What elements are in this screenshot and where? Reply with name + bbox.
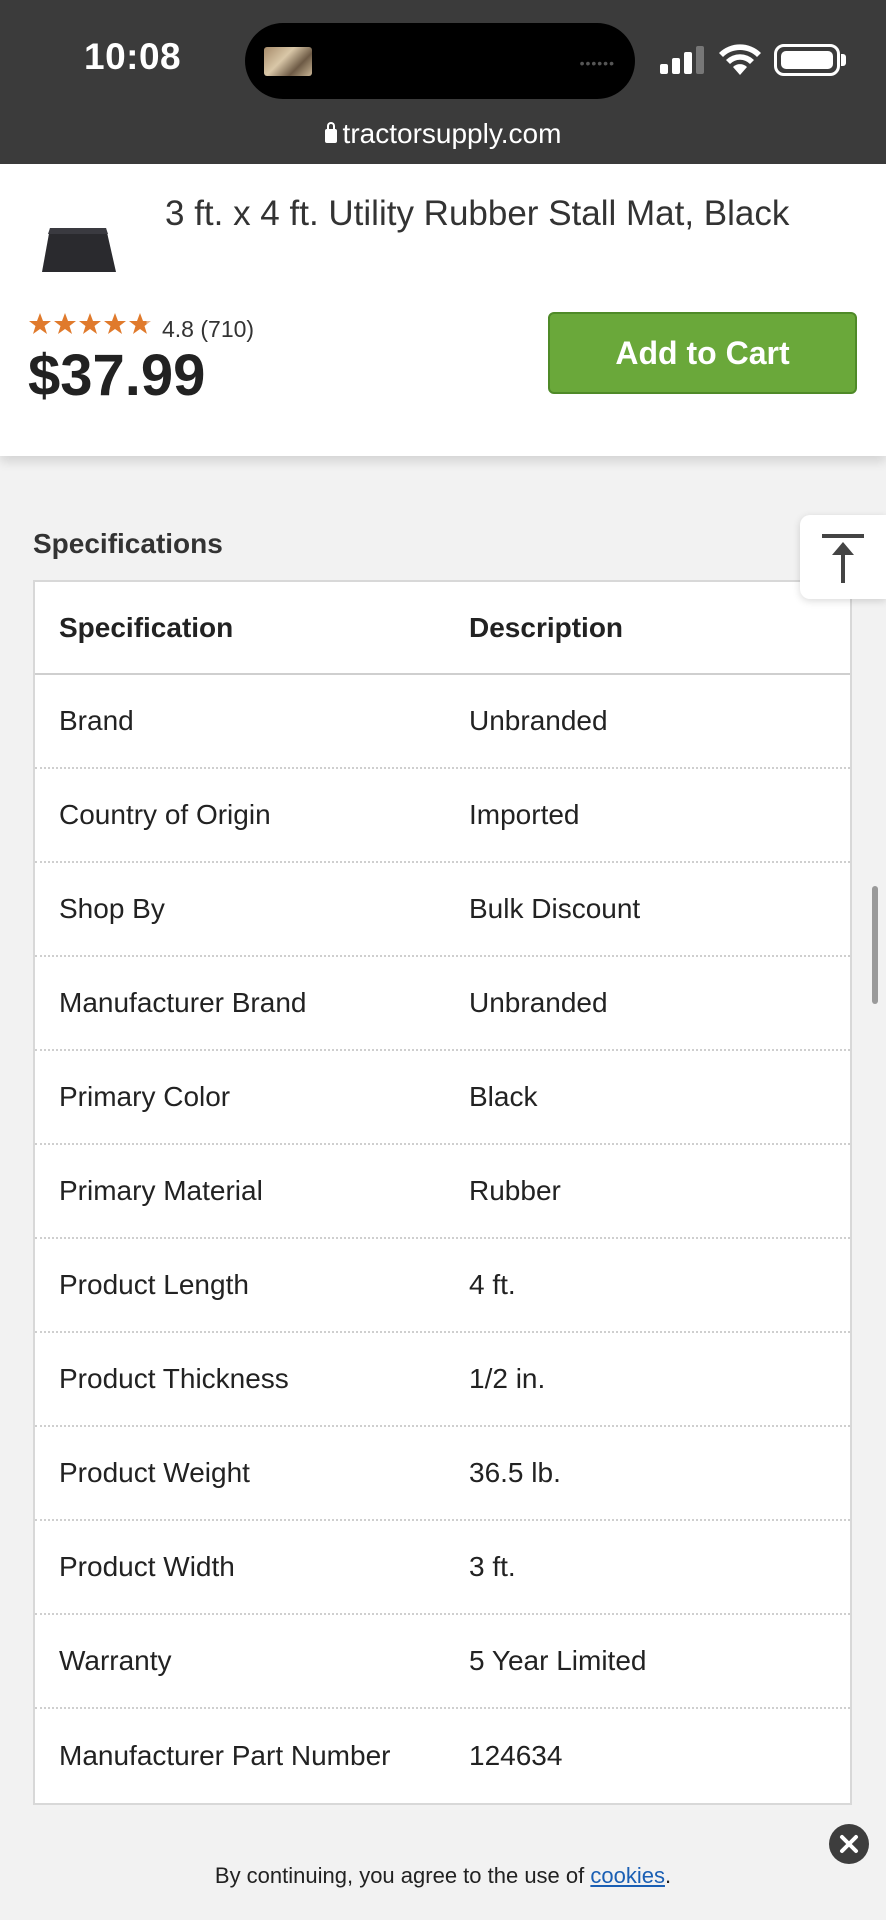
table-row: Brand Unbranded (35, 675, 850, 769)
close-x-glyph (840, 1835, 858, 1853)
spec-value: 5 Year Limited (469, 1645, 647, 1676)
spec-value: 124634 (469, 1740, 563, 1771)
spec-name: Product Thickness (59, 1363, 289, 1394)
cookies-link[interactable]: cookies (590, 1863, 665, 1888)
spec-name: Product Weight (59, 1457, 250, 1488)
rating-count[interactable]: 4.8 (710) (162, 316, 254, 343)
spec-value: 36.5 lb. (469, 1457, 561, 1488)
rating-stars[interactable] (28, 312, 152, 338)
signal-icon (660, 44, 706, 74)
product-price: $37.99 (28, 343, 206, 408)
spec-name: Primary Color (59, 1081, 231, 1112)
spec-name: Primary Material (59, 1175, 263, 1206)
table-row: Product Weight 36.5 lb. (35, 1427, 850, 1521)
spec-name: Product Length (59, 1269, 249, 1300)
product-thumbnail[interactable] (38, 224, 118, 276)
specifications-heading: Specifications (33, 528, 223, 559)
table-row: Manufacturer Brand Unbranded (35, 957, 850, 1051)
url-text: tractorsupply.com (342, 118, 562, 149)
battery-icon (774, 44, 840, 76)
table-row: Primary Color Black (35, 1051, 850, 1145)
spec-value: Black (469, 1081, 538, 1112)
spec-name: Country of Origin (59, 799, 271, 830)
star-icon (129, 313, 151, 334)
cookie-text-after: . (664, 1863, 672, 1888)
table-row: Warranty 5 Year Limited (35, 1615, 850, 1709)
spec-name: Shop By (59, 893, 165, 924)
spec-value: Unbranded (469, 987, 608, 1018)
status-bar: 10:08 •••••• tractorsupply.com (0, 0, 886, 164)
battery-cap (841, 54, 846, 66)
now-playing-thumbnail (264, 47, 312, 76)
spec-name: Product Width (59, 1551, 235, 1582)
close-icon[interactable] (829, 1824, 869, 1864)
spec-value: Imported (469, 799, 580, 830)
specifications-table: Specification Description Brand Unbrande… (33, 580, 852, 1805)
table-row: Manufacturer Part Number 124634 (35, 1709, 850, 1803)
dynamic-island: •••••• (245, 23, 635, 99)
sticky-product-header: 3 ft. x 4 ft. Utility Rubber Stall Mat, … (0, 164, 886, 456)
column-header-description: Description (469, 611, 624, 643)
clock: 10:08 (84, 36, 182, 77)
back-to-top-button[interactable] (800, 515, 886, 599)
wifi-icon (719, 44, 761, 75)
table-row: Primary Material Rubber (35, 1145, 850, 1239)
star-icon (29, 313, 51, 334)
arrow-up-to-top-icon (822, 534, 864, 583)
table-row: Shop By Bulk Discount (35, 863, 850, 957)
table-row: Country of Origin Imported (35, 769, 850, 863)
audio-activity-icon: •••••• (579, 55, 615, 71)
spec-value: 3 ft. (469, 1551, 516, 1582)
table-row: Product Width 3 ft. (35, 1521, 850, 1615)
add-to-cart-button[interactable]: Add to Cart (548, 312, 857, 394)
table-header-row: Specification Description (35, 582, 850, 675)
spec-value: Bulk Discount (469, 893, 641, 924)
lock-icon (324, 122, 337, 143)
cookie-notice-text: By continuing, you agree to the use of c… (0, 1863, 886, 1889)
spec-value: 1/2 in. (469, 1363, 546, 1394)
spec-value: Unbranded (469, 705, 608, 736)
star-icon (104, 313, 126, 334)
table-row: Product Thickness 1/2 in. (35, 1333, 850, 1427)
spec-value: Rubber (469, 1175, 561, 1206)
table-row: Product Length 4 ft. (35, 1239, 850, 1333)
spec-name: Warranty (59, 1645, 172, 1676)
cookie-text-before: By continuing, you agree to the use of (214, 1863, 591, 1888)
spec-name: Manufacturer Brand (59, 987, 307, 1018)
product-title: 3 ft. x 4 ft. Utility Rubber Stall Mat, … (165, 194, 790, 233)
spec-name: Brand (59, 705, 134, 736)
column-header-specification: Specification (59, 611, 234, 643)
star-icon (54, 313, 76, 334)
cookie-banner: By continuing, you agree to the use of c… (0, 1807, 886, 1920)
spec-value: 4 ft. (469, 1269, 516, 1300)
page-scrollbar[interactable] (872, 886, 878, 1004)
star-icon (79, 313, 101, 334)
url-bar[interactable]: tractorsupply.com (0, 118, 886, 150)
spec-name: Manufacturer Part Number (59, 1740, 391, 1771)
